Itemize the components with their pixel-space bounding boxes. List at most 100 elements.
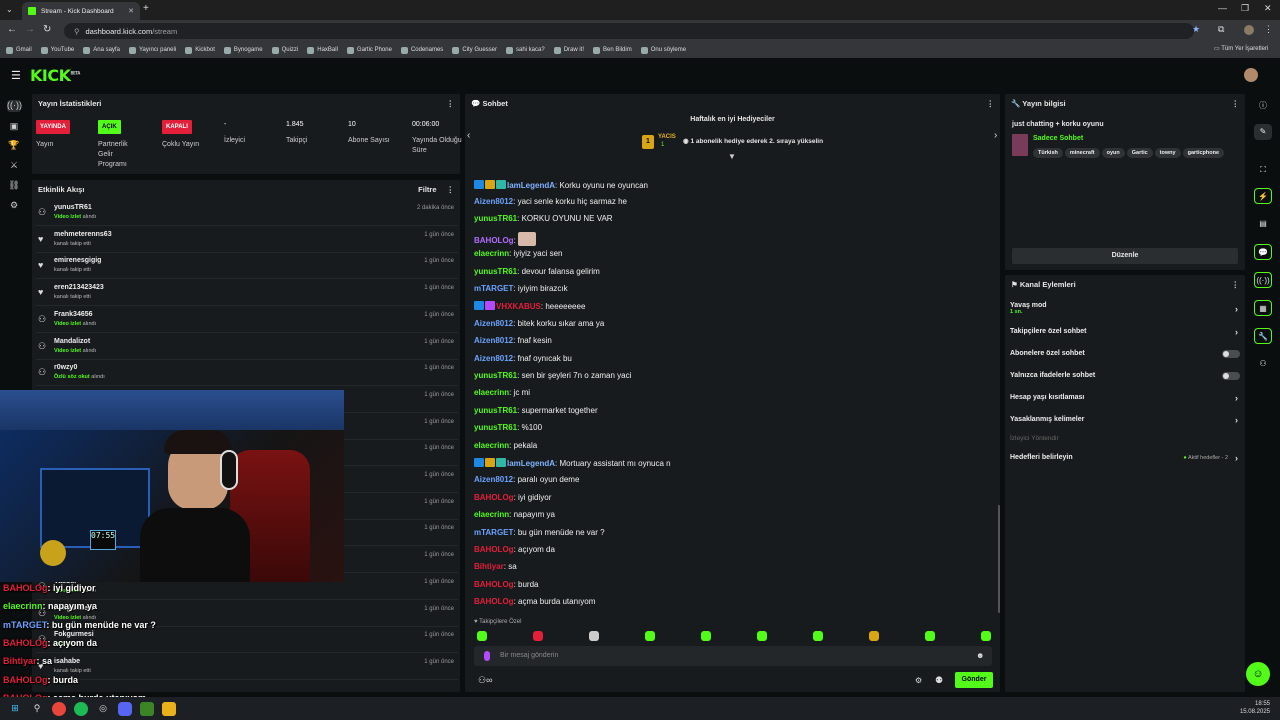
chat-more-icon[interactable]: ⋮ xyxy=(987,99,995,108)
spotify-icon[interactable] xyxy=(74,701,88,716)
activity-row[interactable]: ♥ emirenesgigig kanalı takip etti 1 gün önc… xyxy=(36,253,458,280)
bookmark-item[interactable]: HaxBall xyxy=(307,46,338,54)
bookmark-item[interactable]: Ben Bildim xyxy=(593,46,632,54)
emote-icon[interactable] xyxy=(645,631,655,641)
bookmark-item[interactable]: Draw it! xyxy=(553,46,584,54)
goals-row[interactable]: Hedefleri belirleyin ● Aktif hedefler - 2… xyxy=(1010,453,1242,463)
gifters-prev-icon[interactable]: ‹ xyxy=(467,130,470,141)
bookmark-item[interactable]: Gmail xyxy=(6,46,32,54)
chat-username[interactable]: yunusTR61 xyxy=(474,267,517,276)
chat-username[interactable]: yunusTR61 xyxy=(474,371,517,380)
scan-icon[interactable]: ⛶ xyxy=(1254,162,1272,178)
chat-username[interactable]: Bihtiyar xyxy=(474,562,504,571)
forward-icon[interactable]: → xyxy=(25,24,35,35)
channel-actions-more-icon[interactable]: ⋮ xyxy=(1232,280,1240,289)
stream-tag[interactable]: minecraft xyxy=(1064,148,1100,158)
moderation-icon[interactable]: ⚔ xyxy=(7,160,21,172)
back-icon[interactable]: ← xyxy=(7,24,17,35)
chat-username[interactable]: IamLegendA xyxy=(507,459,555,468)
emote-icon[interactable] xyxy=(757,631,767,641)
tab-list-icon[interactable]: ⌄ xyxy=(6,5,16,15)
stream-icon[interactable]: ((·)) xyxy=(7,100,22,112)
chat-username[interactable]: yunusTR61 xyxy=(474,406,517,415)
emote-icon[interactable] xyxy=(925,631,935,641)
emote-icon[interactable] xyxy=(589,631,599,641)
info-icon[interactable]: ⓘ xyxy=(1254,98,1272,114)
activity-row[interactable]: ⚇ yunusTR61 Video izlet alındı 2 dakika önc… xyxy=(36,200,458,226)
minimize-window-icon[interactable]: — xyxy=(1218,3,1227,13)
stream-tag[interactable]: Gartic xyxy=(1126,148,1153,158)
site-info-icon[interactable]: ⚲ xyxy=(74,27,80,36)
lightning-icon[interactable]: ⚡ xyxy=(1254,188,1272,204)
filter-button[interactable]: Filtre xyxy=(418,185,436,194)
bookmark-item[interactable]: Kickbot xyxy=(185,46,215,54)
stream-tag[interactable]: Türkish xyxy=(1033,148,1063,158)
emote-icon[interactable] xyxy=(701,631,711,641)
restore-window-icon[interactable]: ❐ xyxy=(1241,3,1249,14)
search-icon[interactable]: ⚲ xyxy=(30,702,44,716)
chat-username[interactable]: BAHOLOg xyxy=(474,545,514,554)
chat-username[interactable]: BAHOLOg xyxy=(474,236,514,245)
emote-icon[interactable] xyxy=(533,631,543,641)
account-age-row[interactable]: Hesap yaşı kısıtlaması › xyxy=(1010,393,1242,403)
emote-icon[interactable] xyxy=(477,631,487,641)
chat-username[interactable]: BAHOLOg xyxy=(474,493,514,502)
activity-row[interactable]: ♥ eren213423423 kanalı takip etti 1 gün önc… xyxy=(36,280,458,307)
chat-username[interactable]: Aizen8012 xyxy=(474,475,513,484)
file-explorer-icon[interactable] xyxy=(162,701,176,716)
chat-username[interactable]: Aizen8012 xyxy=(474,336,513,345)
bookmark-item[interactable]: Codenames xyxy=(400,46,443,54)
settings-icon[interactable]: ⚙ xyxy=(7,200,21,212)
windows-start-icon[interactable]: ⊞ xyxy=(8,702,22,716)
chat-username[interactable]: elaecrinn xyxy=(474,510,509,519)
bookmark-item[interactable]: Quizzi xyxy=(271,46,298,54)
reload-icon[interactable]: ↻ xyxy=(43,24,51,35)
activity-row[interactable]: ⚇ Mandalizot Video izlet alındı 1 gün önce xyxy=(36,334,458,360)
chat-username[interactable]: Aizen8012 xyxy=(474,354,513,363)
stats-more-icon[interactable]: ⋮ xyxy=(447,99,455,108)
emoji-icon[interactable]: ☻ xyxy=(976,651,984,660)
chat-username[interactable]: BAHOLOg xyxy=(474,597,514,606)
chat-username[interactable]: mTARGET xyxy=(474,528,513,537)
chat-username[interactable]: IamLegendA xyxy=(507,181,555,190)
dashboard-icon[interactable]: ▣ xyxy=(7,121,21,133)
new-tab-button[interactable]: + xyxy=(143,3,149,14)
hamburger-menu-icon[interactable]: ☰ xyxy=(11,69,21,82)
profile-avatar[interactable] xyxy=(1244,25,1254,35)
user-avatar[interactable] xyxy=(1244,68,1258,82)
stream-tag[interactable]: towny xyxy=(1154,148,1181,158)
activity-row[interactable]: ⚇ Fokgurmesi su iç alındı 1 gün önce xyxy=(36,627,458,654)
emote-icon[interactable] xyxy=(981,631,991,641)
people-icon[interactable]: ⚇ xyxy=(1254,356,1272,372)
send-button[interactable]: Gönder xyxy=(955,672,993,688)
chat-username[interactable]: mTARGET xyxy=(474,284,513,293)
bookmark-item[interactable]: Yayıncı paneli xyxy=(128,46,176,54)
stream-tag[interactable]: garticphone xyxy=(1182,148,1225,158)
stream-tag[interactable]: oyun xyxy=(1101,148,1125,158)
subs-chat-toggle[interactable] xyxy=(1222,350,1240,358)
bookmark-item[interactable]: Ana sayfa xyxy=(83,46,120,54)
bookmark-item[interactable]: Onu söyleme xyxy=(640,46,686,54)
note-icon[interactable]: ▤ xyxy=(1254,216,1272,232)
close-window-icon[interactable]: ✕ xyxy=(1264,3,1272,14)
chat-username[interactable]: BAHOLOg xyxy=(474,580,514,589)
banned-words-row[interactable]: Yasaklanmış kelimeler › xyxy=(1010,415,1242,425)
gifters-next-icon[interactable]: › xyxy=(994,130,997,141)
chat-username[interactable]: VHXKABUS xyxy=(496,302,541,311)
chat-scrollbar[interactable] xyxy=(998,505,1000,613)
chat-moderation-icon[interactable]: ⚉ xyxy=(935,675,943,686)
calendar-icon[interactable]: ▦ xyxy=(1254,300,1272,316)
stream-info-more-icon[interactable]: ⋮ xyxy=(1232,99,1240,108)
chat-username[interactable]: elaecrinn xyxy=(474,388,509,397)
chat-username[interactable]: elaecrinn xyxy=(474,441,509,450)
broadcast-icon[interactable]: ((·)) xyxy=(1254,272,1272,288)
chat-icon[interactable]: 💬 xyxy=(1254,244,1272,260)
extensions-icon[interactable]: ⧉ xyxy=(1218,24,1224,35)
emote-picker-icon[interactable] xyxy=(484,651,490,661)
browser-menu-icon[interactable]: ⋮ xyxy=(1264,24,1273,35)
emotes-chat-toggle[interactable] xyxy=(1222,372,1240,380)
obs-icon[interactable]: ◎ xyxy=(96,702,110,716)
pencil-icon[interactable]: ✎ xyxy=(1254,124,1272,140)
chat-username[interactable]: yunusTR61 xyxy=(474,423,517,432)
chat-username[interactable]: elaecrinn xyxy=(474,249,509,258)
